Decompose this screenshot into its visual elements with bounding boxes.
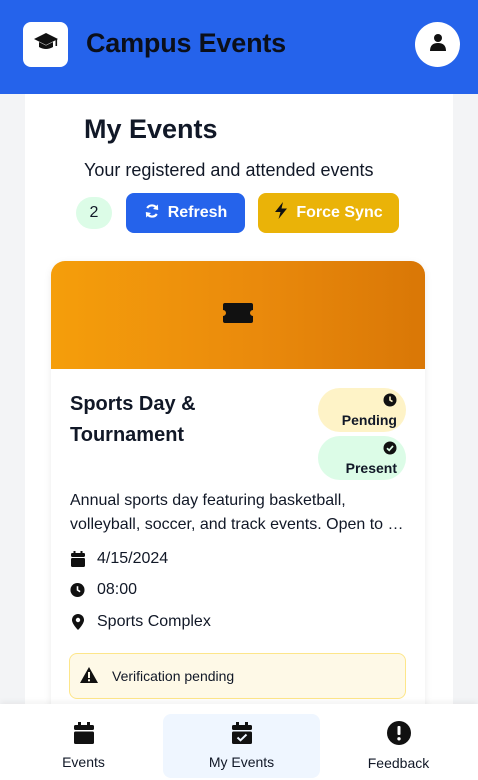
- nav-my-events-label: My Events: [208, 754, 275, 770]
- refresh-icon: [144, 203, 160, 224]
- bottom-nav: Events My Events Feedback: [0, 704, 478, 780]
- graduation-cap-icon: [33, 32, 59, 57]
- page-subtitle: Your registered and attended events: [84, 160, 374, 180]
- nav-item-events[interactable]: Events: [5, 714, 162, 778]
- nav-item-my-events[interactable]: My Events: [163, 714, 320, 778]
- refresh-label: Refresh: [167, 204, 228, 221]
- nav-item-feedback[interactable]: Feedback: [320, 714, 477, 778]
- status-badge-pending: Pending: [318, 388, 406, 432]
- event-description-line: volleyball, soccer, and track events. Op…: [70, 516, 410, 533]
- status-badge-present: Present: [318, 436, 406, 480]
- event-count-badge: 2: [76, 197, 112, 229]
- clock-icon: [383, 393, 397, 410]
- status-present-label: Present: [345, 459, 397, 476]
- event-title: Sports Day & Tournament: [70, 393, 196, 446]
- calendar-check-icon: [231, 722, 252, 747]
- event-location: Sports Complex: [70, 613, 211, 631]
- ticket-icon: [222, 302, 254, 329]
- event-location-value: Sports Complex: [97, 613, 211, 630]
- exclamation-circle-icon: [386, 721, 411, 748]
- event-date: 4/15/2024: [70, 550, 168, 568]
- calendar-icon: [70, 551, 85, 567]
- app-logo[interactable]: [23, 22, 68, 67]
- event-card[interactable]: Sports Day & Tournament Pending Present …: [51, 261, 425, 721]
- calendar-icon: [73, 722, 94, 747]
- nav-feedback-label: Feedback: [367, 755, 430, 771]
- event-banner: [51, 261, 425, 369]
- warning-icon: [80, 666, 98, 686]
- event-date-value: 4/15/2024: [97, 550, 169, 567]
- event-time-value: 08:00: [97, 581, 138, 598]
- refresh-button[interactable]: Refresh: [126, 193, 245, 233]
- page-title: My Events: [84, 114, 218, 144]
- event-description: Annual sports day featuring basketball, …: [70, 489, 410, 537]
- clock-icon: [70, 582, 85, 598]
- event-time: 08:00: [70, 581, 137, 599]
- map-pin-icon: [70, 614, 85, 630]
- profile-button[interactable]: [415, 22, 460, 67]
- event-description-line: Annual sports day featuring basketball,: [70, 492, 346, 509]
- force-sync-label: Force Sync: [296, 204, 383, 221]
- nav-events-label: Events: [62, 754, 105, 770]
- verification-notice-text: Verification pending: [112, 668, 235, 684]
- verification-notice: Verification pending: [69, 653, 406, 699]
- bolt-icon: [274, 202, 288, 224]
- app-header: Campus Events: [0, 0, 478, 94]
- force-sync-button[interactable]: Force Sync: [258, 193, 399, 233]
- check-circle-icon: [383, 441, 397, 458]
- user-icon: [429, 33, 447, 56]
- status-pending-label: Pending: [341, 411, 397, 428]
- app-title: Campus Events: [86, 28, 286, 58]
